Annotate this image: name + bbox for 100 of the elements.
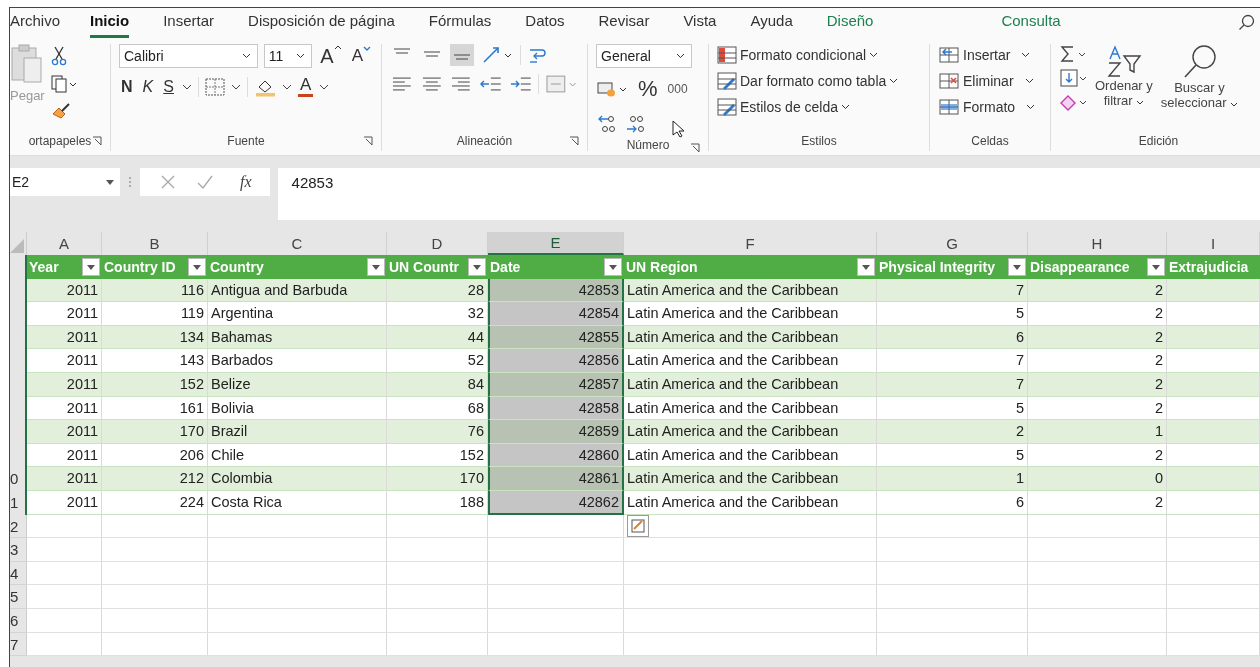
filter-dropdown-icon[interactable] [1147, 257, 1165, 276]
row-header[interactable]: 5 [10, 585, 27, 609]
check-icon[interactable] [196, 174, 214, 190]
dialog-launcher-icon[interactable] [569, 136, 579, 146]
cells-icon [938, 98, 960, 116]
dialog-launcher-icon[interactable] [363, 136, 373, 146]
ribbon-tab[interactable]: Archivo [10, 8, 61, 38]
table-cell: 7 [877, 349, 1028, 373]
group-label: Estilos [801, 134, 837, 148]
thousands-button[interactable]: 000 [665, 82, 690, 96]
table-cell: 42855 [488, 325, 624, 350]
grip-icon [128, 175, 132, 189]
table-cell: 42860 [488, 443, 624, 468]
caret-icon [363, 46, 371, 51]
underline-button[interactable]: S [161, 77, 176, 96]
filter-dropdown-icon[interactable] [1008, 257, 1026, 276]
table-cell: 2011 [27, 349, 102, 373]
filter-dropdown-icon[interactable] [604, 257, 622, 276]
ribbon-tab[interactable]: Fórmulas [428, 8, 492, 38]
decimal-increase-icon[interactable] [596, 114, 618, 134]
table-cell: Latin America and the Caribbean [624, 467, 877, 491]
table-cell: 42853 [488, 278, 624, 303]
caret-icon[interactable] [676, 53, 685, 59]
filter-dropdown-icon[interactable] [857, 257, 875, 276]
insert-function-button[interactable]: fx [234, 172, 258, 192]
styles-menu-button[interactable]: Estilos de celda [717, 96, 921, 118]
font-color-button[interactable]: A [297, 76, 314, 97]
table-cell: 2011 [27, 467, 102, 491]
shrink-font-button[interactable]: A [349, 46, 373, 66]
cells-menu-button[interactable]: Formato [938, 96, 1042, 118]
bold-button[interactable]: N [119, 77, 135, 96]
cells-menu-button[interactable]: Insertar [938, 44, 1042, 66]
copy-icon[interactable] [50, 74, 77, 94]
styles-menu-button[interactable]: Dar formato como tabla [717, 70, 921, 92]
filter-dropdown-icon[interactable] [468, 257, 486, 276]
table-cell: 7 [877, 372, 1028, 397]
column-header[interactable]: E [488, 232, 624, 255]
indent-icon[interactable] [508, 74, 533, 94]
row-header[interactable]: 6 [10, 608, 27, 633]
caret-icon [889, 78, 899, 84]
table-cell: 2 [1028, 278, 1167, 303]
ribbon-tab[interactable]: Vista [683, 8, 717, 38]
fill-down-icon[interactable] [1059, 68, 1089, 88]
search-icon[interactable] [1238, 14, 1256, 32]
table-cell: 84 [387, 372, 488, 397]
cells-menu-button[interactable]: Eliminar [938, 70, 1042, 92]
table-cell: 44 [387, 325, 488, 350]
caret-icon[interactable] [281, 83, 292, 90]
table-cell: 42856 [488, 349, 624, 373]
table-cell: 6 [877, 325, 1028, 350]
styles-menu-button[interactable]: Formato condicional [717, 44, 921, 66]
ribbon-tab[interactable]: Insertar [163, 8, 215, 38]
table-cell: 2011 [27, 278, 102, 303]
font-size-field[interactable]: 11 [263, 44, 313, 68]
decimal-decrease-icon[interactable] [624, 114, 646, 134]
table-cell: 42858 [488, 396, 624, 421]
quick-analysis-icon[interactable] [627, 514, 649, 537]
table-cell: Latin America and the Caribbean [624, 349, 877, 373]
caret-icon[interactable] [319, 83, 330, 90]
filter-dropdown-icon[interactable] [82, 257, 100, 276]
number-format-field[interactable]: General [596, 44, 692, 68]
dialog-launcher-icon[interactable] [92, 136, 102, 146]
filter-dropdown-icon[interactable] [188, 257, 206, 276]
table-cell: 2 [1028, 372, 1167, 397]
table-cell: 170 [102, 420, 208, 444]
cells-icon [938, 46, 960, 64]
ribbon-tab[interactable]: Datos [525, 8, 565, 38]
row-header[interactable]: 4 [10, 561, 27, 586]
ribbon-tab[interactable]: Revisar [598, 8, 650, 38]
ribbon-tab[interactable]: Consulta [1001, 8, 1061, 38]
filter-dropdown-icon[interactable] [367, 257, 385, 276]
row-header[interactable]: 1 [10, 490, 27, 515]
caret-icon[interactable] [296, 53, 306, 59]
row-header[interactable]: 3 [10, 538, 27, 562]
grow-font-button[interactable]: A [318, 44, 344, 68]
row-header[interactable]: 0 [10, 467, 27, 491]
row-header[interactable] [10, 255, 27, 279]
scissors-icon[interactable] [50, 46, 67, 66]
italic-button[interactable]: K [140, 77, 156, 96]
font-name-field[interactable]: Calibri [119, 44, 258, 68]
ribbon-tab[interactable]: Disposición de página [248, 8, 395, 38]
dialog-launcher-icon[interactable] [690, 143, 700, 153]
sort-filter-button[interactable]: Ordenar y filtrar [1093, 44, 1155, 131]
caret-icon [1026, 104, 1036, 110]
group-label: Alineación [456, 134, 513, 148]
ribbon-tab[interactable]: Ayuda [750, 8, 793, 38]
row-header[interactable]: 7 [10, 632, 27, 657]
table-style-icon [717, 98, 737, 116]
align-icon[interactable] [390, 74, 414, 94]
formula-field[interactable]: 42853 [277, 168, 1260, 220]
percent-button[interactable]: % [636, 76, 660, 102]
indent-icon[interactable] [479, 74, 503, 94]
ribbon-tab[interactable]: Diseño [826, 8, 874, 38]
row-header[interactable]: 2 [10, 514, 27, 539]
find-select-button[interactable]: Buscar y seleccionar [1158, 44, 1241, 131]
caret-icon[interactable] [230, 83, 241, 90]
caret-icon[interactable] [241, 53, 251, 59]
name-box[interactable]: E2 [10, 168, 120, 196]
group-label: Celdas [971, 134, 1009, 148]
caret-icon[interactable] [181, 83, 192, 90]
